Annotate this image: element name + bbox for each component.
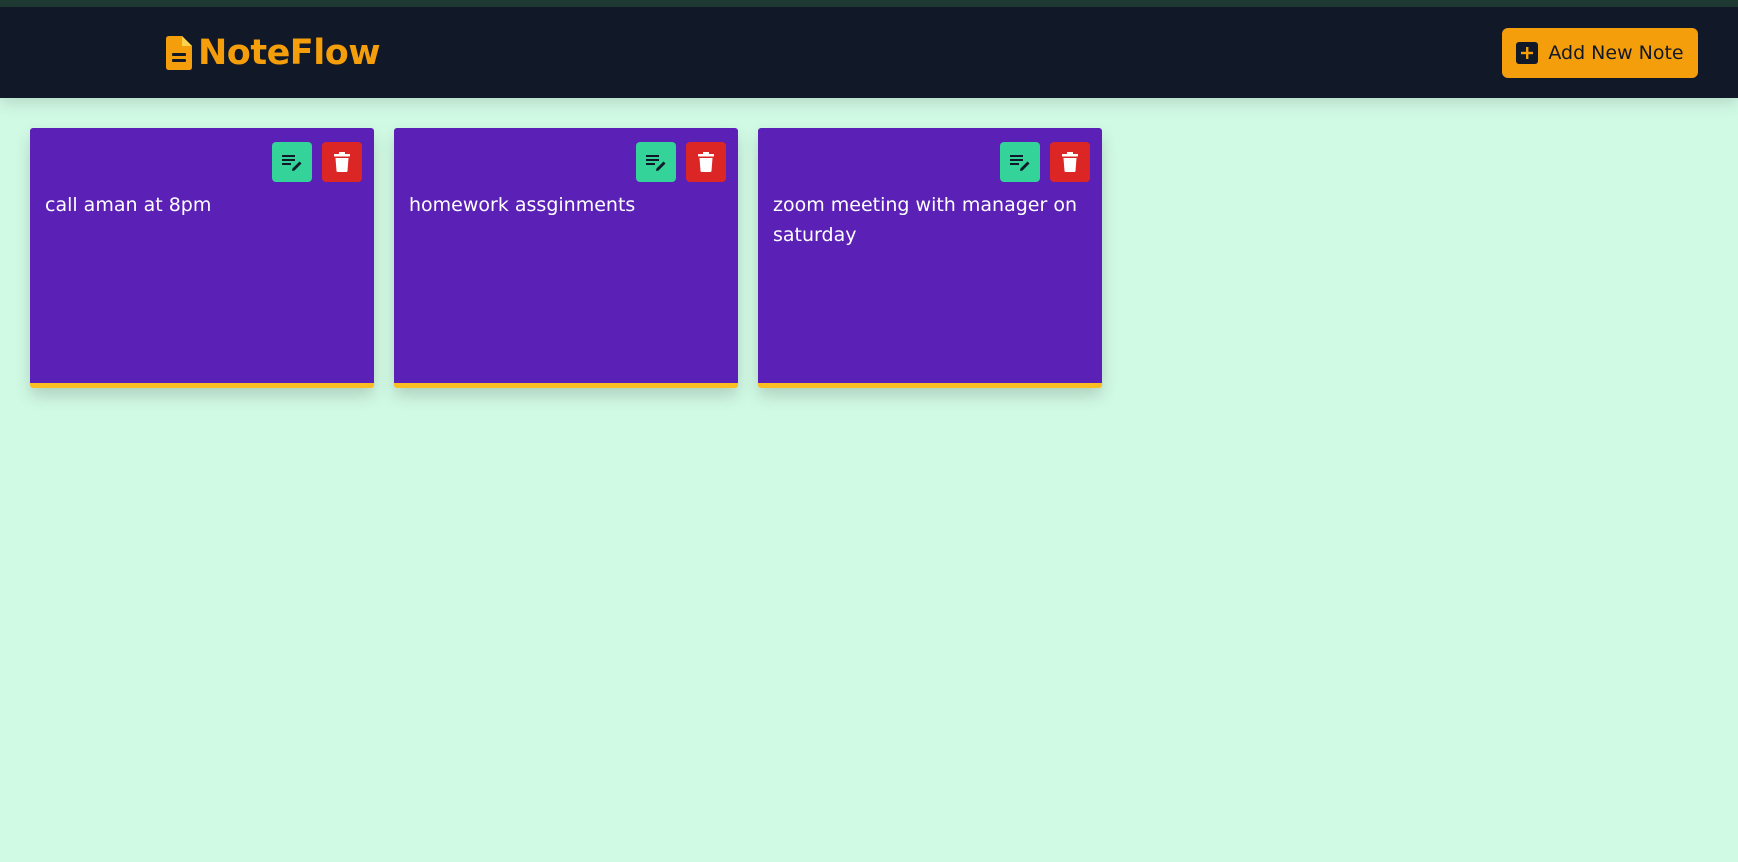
note-card: homework assginments <box>394 128 738 388</box>
note-card: zoom meeting with manager on saturday <box>758 128 1102 388</box>
edit-note-icon <box>1010 155 1030 171</box>
note-actions <box>272 142 362 182</box>
navbar: NoteFlow Add New Note <box>0 7 1738 98</box>
edit-note-button[interactable] <box>636 142 676 182</box>
delete-note-button[interactable] <box>1050 142 1090 182</box>
delete-note-button[interactable] <box>322 142 362 182</box>
note-text: homework assginments <box>409 194 636 216</box>
window-top-strip <box>0 0 1738 7</box>
plus-square-icon <box>1516 42 1539 64</box>
trash-icon <box>1062 152 1078 172</box>
trash-icon <box>334 152 350 172</box>
edit-note-button[interactable] <box>272 142 312 182</box>
add-new-note-button[interactable]: Add New Note <box>1502 28 1698 78</box>
brand-logo[interactable]: NoteFlow <box>166 33 381 73</box>
note-text: call aman at 8pm <box>45 194 212 216</box>
app-name: NoteFlow <box>198 33 381 73</box>
file-document-icon <box>166 36 192 70</box>
edit-note-icon <box>646 155 666 171</box>
trash-icon <box>698 152 714 172</box>
note-text: zoom meeting with manager on saturday <box>773 194 1077 246</box>
edit-note-button[interactable] <box>1000 142 1040 182</box>
note-actions <box>636 142 726 182</box>
add-new-note-label: Add New Note <box>1548 42 1684 64</box>
note-card: call aman at 8pm <box>30 128 374 388</box>
edit-note-icon <box>282 155 302 171</box>
delete-note-button[interactable] <box>686 142 726 182</box>
note-actions <box>1000 142 1090 182</box>
